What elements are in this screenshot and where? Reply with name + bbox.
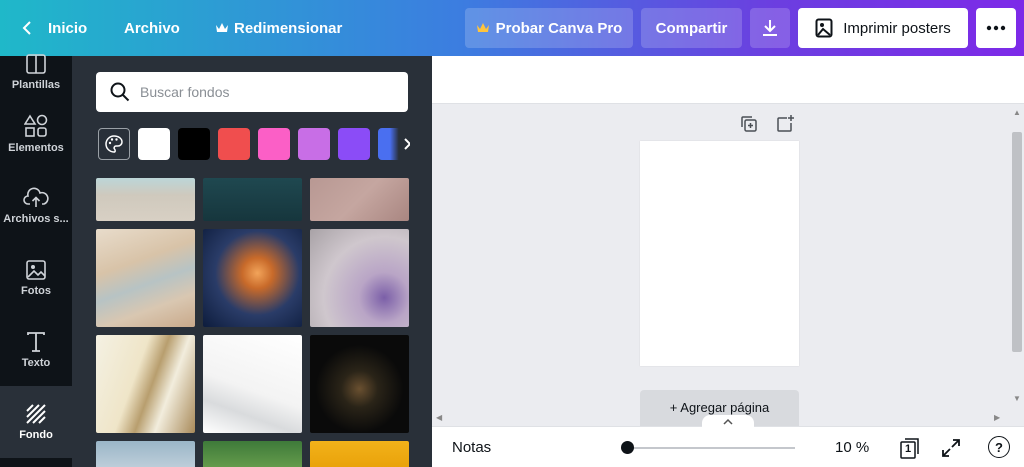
scroll-up-icon[interactable]: ▲	[1013, 108, 1021, 117]
scroll-right-icon[interactable]: ▶	[994, 413, 1000, 422]
zoom-slider-track[interactable]	[627, 447, 795, 449]
top-bar: Inicio Archivo Redimensionar Probar Canv…	[0, 0, 1024, 56]
notes-button[interactable]: Notas	[452, 439, 491, 456]
scroll-down-icon[interactable]: ▼	[1013, 394, 1021, 403]
zoom-level[interactable]: 10 %	[835, 439, 869, 456]
vertical-scroll-thumb[interactable]	[1012, 132, 1022, 352]
resize-label: Redimensionar	[234, 19, 343, 37]
image-icon	[26, 260, 46, 280]
background-thumbnail[interactable]	[96, 441, 195, 467]
background-thumbnail[interactable]	[310, 178, 409, 221]
background-thumbnail[interactable]	[96, 335, 195, 433]
color-swatch-black[interactable]	[178, 128, 210, 160]
search-icon	[110, 82, 130, 102]
rail-label: Archivos s...	[3, 213, 69, 225]
page-count: 1	[905, 443, 912, 455]
crown-icon	[476, 23, 489, 32]
color-swatch-pink[interactable]	[258, 128, 290, 160]
scroll-left-icon[interactable]: ◀	[436, 413, 442, 422]
rail-label: Plantillas	[11, 79, 61, 91]
text-icon	[27, 332, 45, 352]
background-thumbnail[interactable]	[203, 178, 302, 221]
background-thumbnail[interactable]	[96, 178, 195, 221]
background-panel	[72, 56, 432, 467]
rail-label: Fotos	[21, 285, 51, 297]
color-swatch-red[interactable]	[218, 128, 250, 160]
crown-icon	[216, 23, 228, 32]
help-icon: ?	[995, 439, 1003, 455]
rail-item-uploads[interactable]: Archivos s...	[0, 170, 72, 242]
rail-item-text[interactable]: Texto	[0, 314, 72, 386]
template-icon	[26, 54, 46, 74]
fullscreen-icon[interactable]	[939, 436, 963, 460]
color-swatches	[98, 128, 410, 162]
share-label: Compartir	[655, 19, 728, 37]
rail-item-background[interactable]: Fondo	[0, 386, 72, 458]
palette-icon	[105, 135, 123, 153]
background-thumbnail[interactable]	[203, 229, 302, 327]
background-icon	[26, 404, 46, 424]
help-button[interactable]: ?	[988, 436, 1010, 458]
resize-button[interactable]: Redimensionar	[215, 0, 342, 56]
rail-label: Elementos	[8, 142, 64, 154]
background-thumbnail[interactable]	[203, 335, 302, 433]
shapes-icon	[24, 114, 48, 137]
background-thumbnail[interactable]	[310, 441, 409, 467]
more-options-button[interactable]	[976, 8, 1016, 48]
color-swatch-white[interactable]	[138, 128, 170, 160]
rail-item-photos[interactable]: Fotos	[0, 242, 72, 314]
try-pro-button[interactable]: Probar Canva Pro	[465, 8, 633, 48]
zoom-slider-handle[interactable]	[621, 441, 634, 454]
design-canvas: + Agregar página ▲ ▼ ◀ ▶	[432, 104, 1024, 426]
home-label: Inicio	[48, 19, 88, 37]
file-menu-button[interactable]: Archivo	[124, 0, 180, 56]
palette-button[interactable]	[98, 128, 130, 160]
search-box[interactable]	[96, 72, 408, 112]
side-navigation: Plantillas Elementos Archivos s... Fotos…	[0, 54, 72, 467]
color-swatch-lilac[interactable]	[298, 128, 330, 160]
background-thumbnail[interactable]	[310, 335, 409, 433]
background-thumbnail[interactable]	[96, 229, 195, 327]
add-page-icon[interactable]	[775, 114, 795, 134]
try-pro-label: Probar Canva Pro	[495, 19, 623, 37]
search-input[interactable]	[140, 84, 400, 100]
chevron-left-icon	[22, 21, 31, 35]
share-button[interactable]: Compartir	[641, 8, 742, 48]
page-count-button[interactable]: 1	[898, 436, 922, 460]
expand-pages-button[interactable]	[702, 415, 754, 429]
chevron-right-icon	[404, 138, 410, 150]
download-button[interactable]	[750, 8, 790, 48]
color-swatch-purple[interactable]	[338, 128, 370, 160]
rail-label: Texto	[21, 357, 51, 369]
more-horizontal-icon	[986, 25, 1006, 31]
print-label: Imprimir posters	[843, 19, 951, 37]
design-page[interactable]	[640, 141, 799, 366]
swatches-next-button[interactable]	[390, 128, 410, 160]
background-thumbnail[interactable]	[203, 441, 302, 467]
editor-toolbar	[432, 56, 1024, 104]
rail-item-elements[interactable]: Elementos	[0, 98, 72, 170]
chevron-up-icon	[723, 418, 733, 425]
rail-label: Fondo	[19, 429, 53, 441]
bottom-bar: Notas 10 % 1 ?	[432, 415, 1024, 467]
print-posters-button[interactable]: Imprimir posters	[798, 8, 968, 48]
cloud-upload-icon	[23, 187, 49, 207]
print-image-icon	[815, 18, 833, 38]
file-label: Archivo	[124, 19, 180, 37]
duplicate-page-icon[interactable]	[739, 114, 759, 134]
download-icon	[763, 20, 777, 36]
background-thumbnail[interactable]	[310, 229, 409, 327]
vertical-scrollbar[interactable]: ▲ ▼	[1008, 104, 1024, 410]
